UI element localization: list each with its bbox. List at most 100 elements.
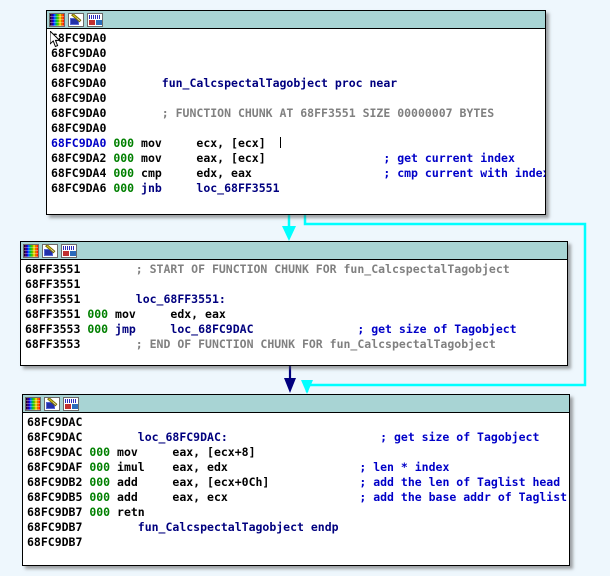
- line-text: retn: [117, 505, 145, 519]
- disasm-line[interactable]: 68FC9DB5 000 add eax, ecx ; add the base…: [27, 490, 569, 505]
- node-titlebar[interactable]: [47, 11, 545, 29]
- stack-delta: 000: [89, 505, 118, 519]
- line-comment: ; add the len of Taglist head: [359, 475, 561, 489]
- disasm-line[interactable]: 68FC9DA0: [51, 121, 545, 136]
- line-address: 68FC9DA4: [51, 166, 114, 180]
- code-lines-bottom[interactable]: 68FC9DAC 68FC9DAC loc_68FC9DAC: ; get si…: [23, 413, 569, 565]
- graph-icon[interactable]: [87, 12, 103, 27]
- line-address: 68FC9DA0: [51, 91, 114, 105]
- disasm-line[interactable]: 68FC9DA0: [51, 46, 545, 61]
- stack-delta: 000: [89, 445, 118, 459]
- stack-delta: [89, 430, 117, 444]
- line-address: 68FC9DA6: [51, 181, 114, 195]
- disasm-line[interactable]: 68FF3551 000 mov edx, eax: [25, 307, 567, 322]
- line-address: 68FF3553: [25, 337, 88, 351]
- stack-delta: 000: [87, 322, 116, 336]
- line-address: 68FC9DA2: [51, 151, 114, 165]
- disasm-line[interactable]: 68FC9DAF 000 imul eax, edx ; len * index: [27, 460, 569, 475]
- stack-delta: 000: [89, 475, 118, 489]
- disasm-line[interactable]: 68FC9DA0: [51, 91, 545, 106]
- disasm-line[interactable]: 68FC9DAC: [27, 415, 569, 430]
- line-address: 68FC9DA0: [51, 121, 114, 135]
- line-text: ; END OF FUNCTION CHUNK FOR fun_Calcspec…: [115, 337, 496, 351]
- line-comment: ; get size of Tagobject: [357, 322, 517, 336]
- line-address: 68FC9DA0: [51, 106, 114, 120]
- disasm-line[interactable]: 68FC9DB7 fun_CalcspectalTagobject endp: [27, 520, 569, 535]
- stack-delta: 000: [87, 307, 116, 321]
- code-lines-middle[interactable]: 68FF3551 ; START OF FUNCTION CHUNK FOR f…: [21, 260, 567, 365]
- disasm-line[interactable]: 68FC9DA6 000 jnb loc_68FF3551: [51, 181, 545, 196]
- line-text: ; FUNCTION CHUNK AT 68FF3551 SIZE 000000…: [141, 106, 495, 120]
- disassembly-node-middle[interactable]: 68FF3551 ; START OF FUNCTION CHUNK FOR f…: [20, 241, 568, 366]
- node-titlebar[interactable]: [21, 242, 567, 260]
- line-text: add eax, [ecx+0Ch]: [117, 475, 270, 489]
- disasm-line[interactable]: 68FC9DA0: [51, 31, 545, 46]
- disasm-line[interactable]: 68FF3551 ; START OF FUNCTION CHUNK FOR f…: [25, 262, 567, 277]
- text-caret: [279, 137, 281, 148]
- edge-top-to-middle: [282, 213, 296, 241]
- line-address: 68FC9DB7: [27, 520, 90, 534]
- line-comment: ; get current index: [383, 151, 515, 165]
- disasm-line[interactable]: 68FF3553 ; END OF FUNCTION CHUNK FOR fun…: [25, 337, 567, 352]
- line-address: 68FC9DB7: [27, 535, 90, 549]
- stack-delta: [89, 415, 117, 429]
- disassembly-node-top[interactable]: 68FC9DA0 68FC9DA0 68FC9DA0 68FC9DA0 fun_…: [46, 10, 546, 215]
- disasm-line[interactable]: 68FF3551 loc_68FF3551:: [25, 292, 567, 307]
- code-lines-top[interactable]: 68FC9DA0 68FC9DA0 68FC9DA0 68FC9DA0 fun_…: [47, 29, 545, 214]
- line-comment: ; get size of Tagobject: [380, 430, 540, 444]
- line-text: mov ecx, [ecx]: [141, 136, 266, 150]
- stack-delta: [87, 262, 115, 276]
- line-text: cmp edx, eax: [141, 166, 252, 180]
- disasm-line[interactable]: 68FF3553 000 jmp loc_68FC9DAC ; get size…: [25, 322, 567, 337]
- line-address: 68FF3551: [25, 292, 88, 306]
- line-text: mov eax, [ecx+8]: [117, 445, 256, 459]
- line-text: loc_68FC9DAC:: [117, 430, 228, 444]
- disasm-line[interactable]: 68FC9DA0 000 mov ecx, [ecx]: [51, 136, 545, 151]
- palette-icon[interactable]: [25, 396, 41, 411]
- palette-icon[interactable]: [49, 12, 65, 27]
- disasm-line[interactable]: 68FC9DA0 ; FUNCTION CHUNK AT 68FF3551 SI…: [51, 106, 545, 121]
- disasm-line[interactable]: 68FF3551: [25, 277, 567, 292]
- stack-delta: [113, 121, 141, 135]
- disasm-line[interactable]: 68FC9DAC loc_68FC9DAC: ; get size of Tag…: [27, 430, 569, 445]
- line-text: jmp loc_68FC9DAC: [115, 322, 254, 336]
- line-text: fun_CalcspectalTagobject proc near: [141, 76, 398, 90]
- disasm-line[interactable]: 68FC9DB7: [27, 535, 569, 550]
- comment-gap: [228, 490, 360, 504]
- disassembly-node-bottom[interactable]: 68FC9DAC 68FC9DAC loc_68FC9DAC: ; get si…: [22, 394, 570, 566]
- disasm-line[interactable]: 68FC9DB7 000 retn: [27, 505, 569, 520]
- graph-icon[interactable]: [61, 243, 77, 258]
- line-text: ; START OF FUNCTION CHUNK FOR fun_Calcsp…: [115, 262, 510, 276]
- line-address: 68FC9DB7: [27, 505, 90, 519]
- disasm-line[interactable]: 68FC9DB2 000 add eax, [ecx+0Ch] ; add th…: [27, 475, 569, 490]
- disasm-line[interactable]: 68FC9DA0: [51, 61, 545, 76]
- line-address: 68FC9DA0: [51, 31, 114, 45]
- comment-gap: [269, 475, 359, 489]
- comment-gap: [228, 430, 380, 444]
- stack-delta: [113, 91, 141, 105]
- line-address: 68FC9DA0: [51, 136, 114, 150]
- edit-icon[interactable]: [42, 243, 58, 258]
- line-text: mov edx, eax: [115, 307, 226, 321]
- graph-icon[interactable]: [63, 396, 79, 411]
- edit-icon[interactable]: [44, 396, 60, 411]
- stack-delta: [87, 292, 115, 306]
- line-address: 68FC9DAC: [27, 415, 90, 429]
- line-comment: ; len * index: [359, 460, 450, 474]
- disasm-line[interactable]: 68FC9DA0 fun_CalcspectalTagobject proc n…: [51, 76, 545, 91]
- line-address: 68FF3551: [25, 307, 88, 321]
- stack-delta: [113, 61, 141, 75]
- graph-canvas[interactable]: 68FC9DA0 68FC9DA0 68FC9DA0 68FC9DA0 fun_…: [0, 0, 610, 576]
- disasm-line[interactable]: 68FC9DA2 000 mov eax, [ecx] ; get curren…: [51, 151, 545, 166]
- node-titlebar[interactable]: [23, 395, 569, 413]
- line-address: 68FC9DAC: [27, 430, 90, 444]
- disasm-line[interactable]: 68FC9DA4 000 cmp edx, eax ; cmp current …: [51, 166, 545, 181]
- comment-gap: [254, 322, 358, 336]
- palette-icon[interactable]: [23, 243, 39, 258]
- stack-delta: 000: [113, 166, 142, 180]
- line-address: 68FC9DA0: [51, 76, 114, 90]
- line-text: mov eax, [ecx]: [141, 151, 266, 165]
- comment-gap: [228, 460, 360, 474]
- disasm-line[interactable]: 68FC9DAC 000 mov eax, [ecx+8]: [27, 445, 569, 460]
- edit-icon[interactable]: [68, 12, 84, 27]
